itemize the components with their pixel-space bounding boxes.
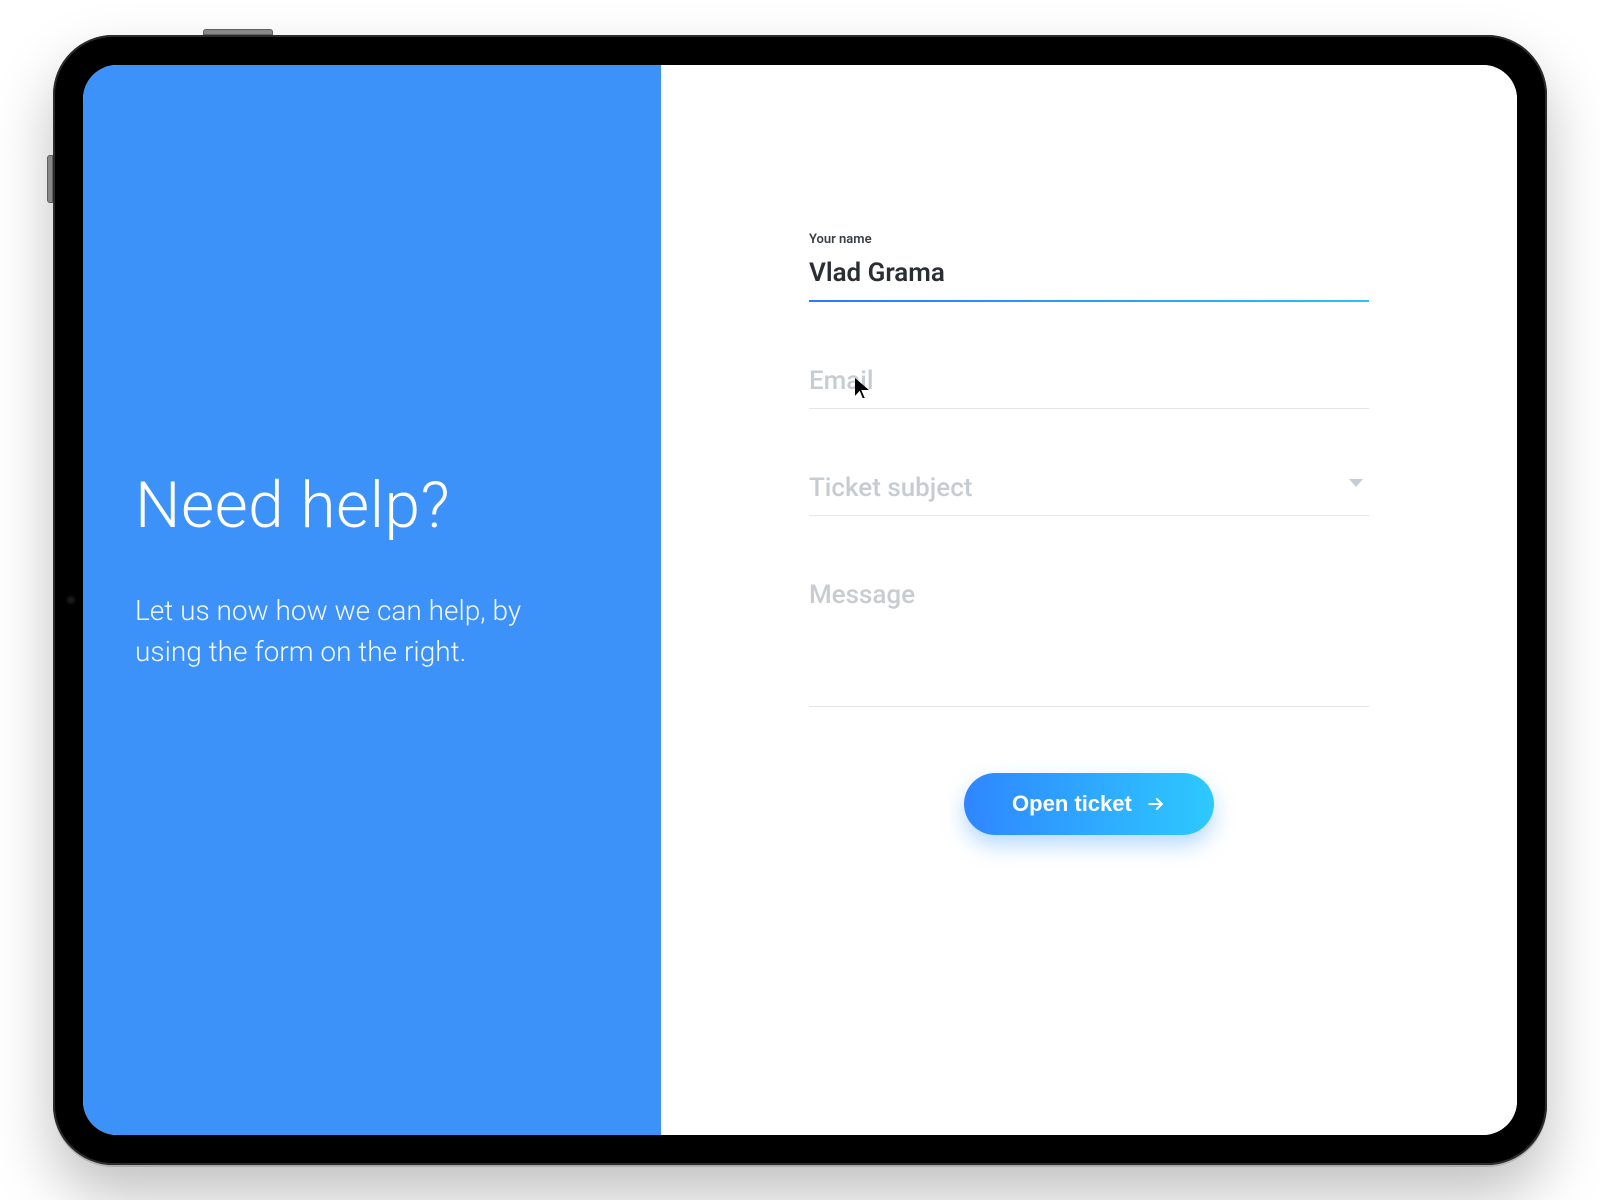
name-label: Your name: [809, 232, 872, 247]
name-input[interactable]: [809, 250, 1369, 300]
open-ticket-button[interactable]: Open ticket: [964, 773, 1214, 835]
form-panel: Your name Ticket subject: [661, 65, 1517, 1135]
subject-select[interactable]: Ticket subject: [809, 465, 1369, 515]
email-field-wrapper: [809, 358, 1369, 409]
tablet-frame: Need help? Let us now how we can help, b…: [53, 35, 1547, 1165]
message-field-wrapper: [809, 572, 1369, 707]
screen: Need help? Let us now how we can help, b…: [83, 65, 1517, 1135]
message-textarea[interactable]: [809, 572, 1369, 702]
chevron-down-icon: [1349, 479, 1363, 487]
camera-icon: [66, 595, 76, 605]
help-title: Need help?: [135, 468, 609, 543]
subject-field-wrapper[interactable]: Ticket subject: [809, 465, 1369, 516]
help-subtitle: Let us now how we can help, by using the…: [135, 591, 535, 672]
name-field-wrapper: Your name: [809, 250, 1369, 302]
ticket-form: Your name Ticket subject: [809, 250, 1369, 835]
arrow-right-icon: [1146, 794, 1166, 814]
help-panel: Need help? Let us now how we can help, b…: [83, 65, 661, 1135]
canvas: Need help? Let us now how we can help, b…: [0, 0, 1600, 1200]
submit-row: Open ticket: [809, 773, 1369, 835]
open-ticket-label: Open ticket: [1012, 791, 1132, 817]
email-input[interactable]: [809, 358, 1369, 408]
